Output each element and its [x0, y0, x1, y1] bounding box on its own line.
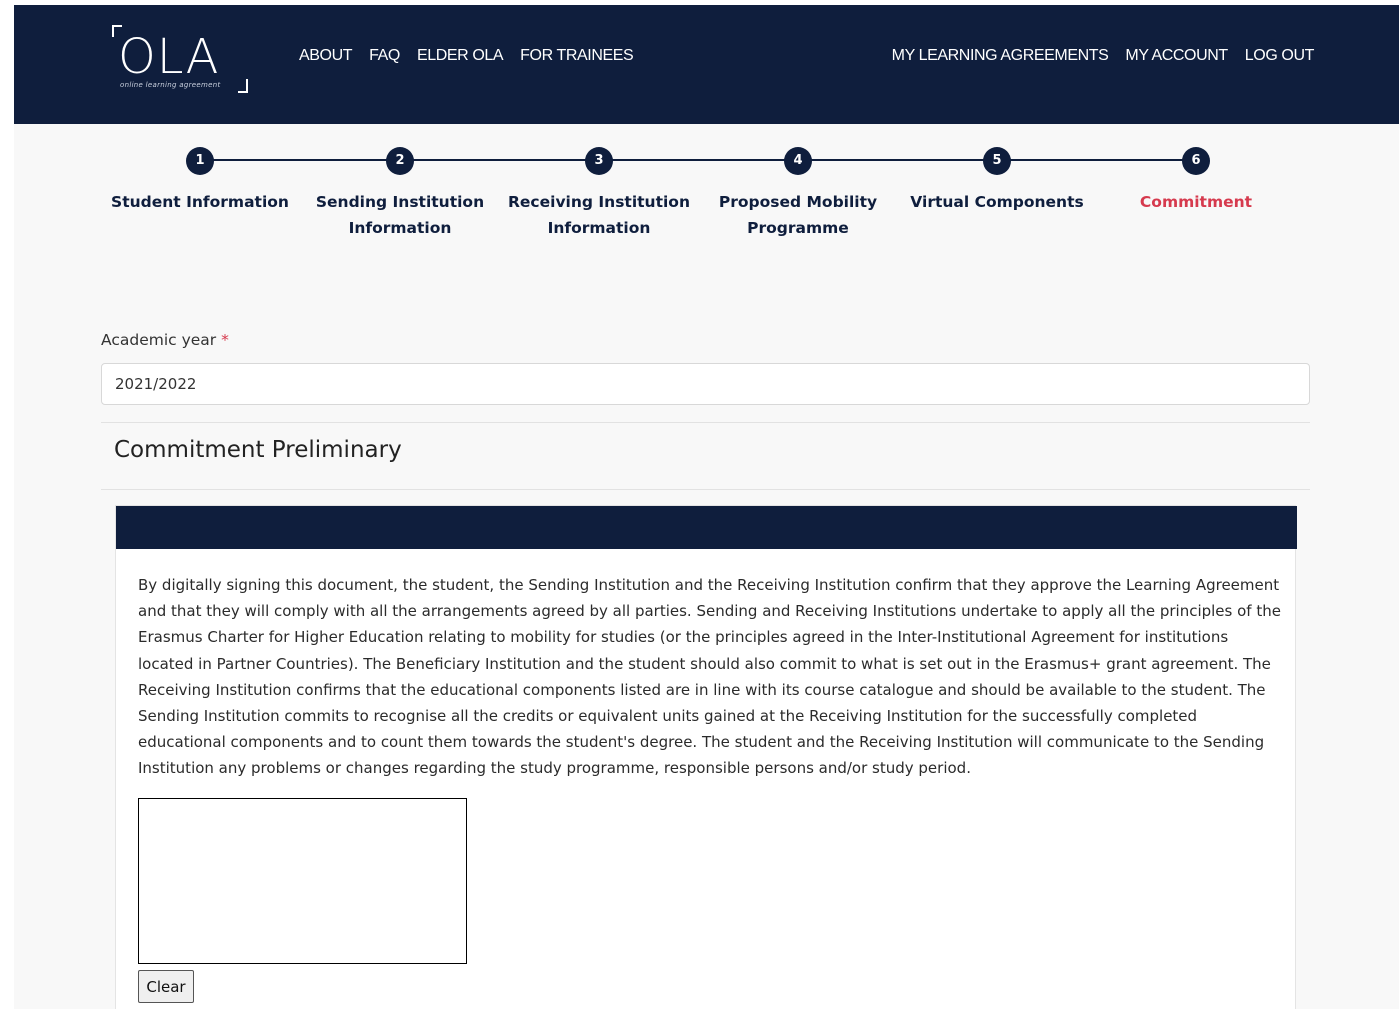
step-label: Proposed Mobility Programme — [718, 193, 878, 237]
step-commitment[interactable]: 6 Commitment — [1096, 147, 1296, 215]
step-number: 5 — [983, 147, 1011, 175]
ola-logo[interactable]: OLA online learning agreement — [112, 25, 252, 95]
nav-link-log-out[interactable]: LOG OUT — [1245, 47, 1315, 65]
nav-left: ABOUT FAQ ELDER OLA FOR TRAINEES — [299, 47, 634, 65]
required-marker: * — [221, 331, 229, 349]
academic-year-label: Academic year * — [101, 331, 229, 349]
step-receiving-institution[interactable]: 3 Receiving Institution Information — [504, 147, 694, 241]
nav-link-my-account[interactable]: MY ACCOUNT — [1125, 47, 1228, 65]
logo-corner-bottom-right — [238, 79, 248, 93]
nav-link-faq[interactable]: FAQ — [369, 47, 400, 65]
step-student-information[interactable]: 1 Student Information — [100, 147, 300, 215]
step-number: 3 — [585, 147, 613, 175]
step-number: 6 — [1182, 147, 1210, 175]
divider — [101, 489, 1310, 490]
nav-link-elder-ola[interactable]: ELDER OLA — [417, 47, 504, 65]
commitment-panel: By digitally signing this document, the … — [115, 505, 1297, 1009]
academic-year-field[interactable]: 2021/2022 — [101, 363, 1310, 405]
nav-right: MY LEARNING AGREEMENTS MY ACCOUNT LOG OU… — [892, 47, 1315, 65]
step-label: Receiving Institution Information — [507, 193, 690, 237]
signature-pad[interactable] — [138, 798, 467, 964]
commitment-text: By digitally signing this document, the … — [138, 576, 1281, 778]
nav-link-for-trainees[interactable]: FOR TRAINEES — [520, 47, 634, 65]
divider — [101, 422, 1310, 423]
section-title: Commitment Preliminary — [114, 437, 402, 463]
step-label: Virtual Components — [910, 193, 1084, 211]
step-virtual-components[interactable]: 5 Virtual Components — [897, 147, 1097, 215]
step-sending-institution[interactable]: 2 Sending Institution Information — [310, 147, 490, 241]
step-label-active: Commitment — [1139, 193, 1253, 211]
step-label: Sending Institution Information — [315, 193, 485, 237]
step-number: 4 — [784, 147, 812, 175]
clear-signature-button[interactable]: Clear — [138, 970, 194, 1003]
nav-link-my-learning-agreements[interactable]: MY LEARNING AGREEMENTS — [892, 47, 1109, 65]
step-label: Student Information — [111, 193, 289, 211]
progress-stepper: 1 Student Information 2 Sending Institut… — [14, 124, 1399, 274]
page: OLA online learning agreement ABOUT FAQ … — [14, 5, 1399, 1009]
step-number: 1 — [186, 147, 214, 175]
academic-year-label-text: Academic year — [101, 331, 217, 349]
top-navbar: OLA online learning agreement ABOUT FAQ … — [14, 5, 1399, 124]
panel-header-bar — [116, 506, 1297, 549]
step-proposed-mobility-programme[interactable]: 4 Proposed Mobility Programme — [713, 147, 883, 241]
nav-link-about[interactable]: ABOUT — [299, 47, 353, 65]
step-number: 2 — [386, 147, 414, 175]
logo-text: OLA — [118, 29, 220, 85]
logo-tagline: online learning agreement — [120, 81, 221, 89]
